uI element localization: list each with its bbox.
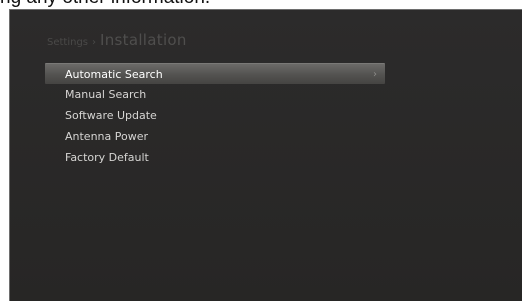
menu-item-factory-default[interactable]: Factory Default <box>45 147 385 168</box>
tv-settings-screen: Settings › Installation Automatic Search… <box>9 9 522 301</box>
menu-item-label: Automatic Search <box>65 68 163 81</box>
breadcrumb-separator: › <box>92 37 97 48</box>
chevron-right-icon: › <box>373 69 377 80</box>
menu-item-manual-search[interactable]: Manual Search <box>45 84 385 105</box>
menu-item-label: Software Update <box>65 109 157 122</box>
menu-item-label: Antenna Power <box>65 130 149 143</box>
menu-item-software-update[interactable]: Software Update <box>45 105 385 126</box>
page: ng any other information. Settings › Ins… <box>0 0 522 301</box>
menu-item-label: Manual Search <box>65 88 147 101</box>
menu-item-label: Factory Default <box>65 151 149 164</box>
menu-item-antenna-power[interactable]: Antenna Power <box>45 126 385 147</box>
installation-menu: Automatic Search › Manual Search Softwar… <box>45 63 385 168</box>
breadcrumb: Settings › Installation <box>47 31 187 49</box>
document-caption: ng any other information. <box>0 0 210 9</box>
menu-item-automatic-search[interactable]: Automatic Search › <box>45 63 385 84</box>
breadcrumb-parent[interactable]: Settings <box>47 37 88 48</box>
page-title: Installation <box>100 31 187 49</box>
